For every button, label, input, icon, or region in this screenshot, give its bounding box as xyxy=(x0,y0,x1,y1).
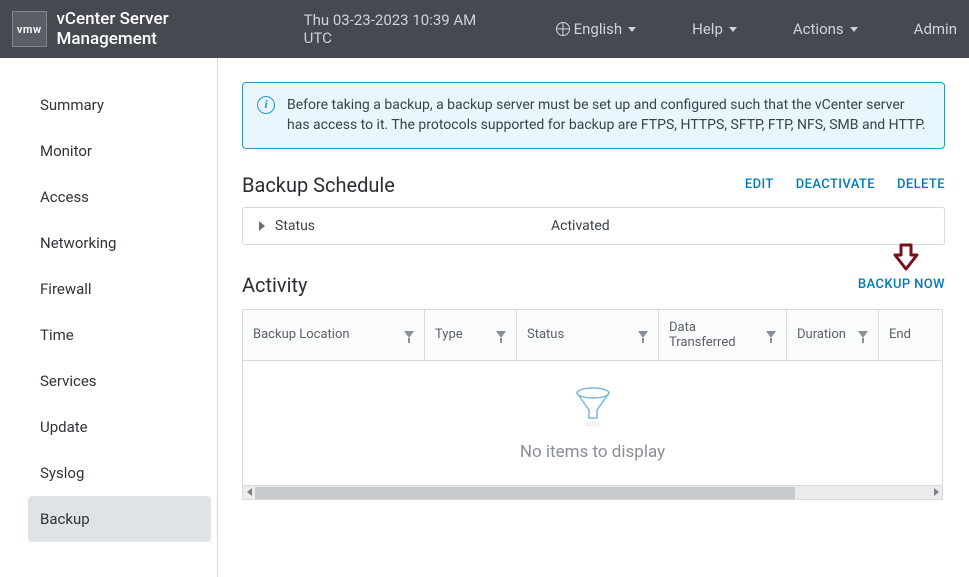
info-icon: i xyxy=(257,96,275,114)
col-label: End xyxy=(889,327,911,342)
funnel-icon xyxy=(571,384,615,428)
actions-label: Actions xyxy=(793,20,844,38)
main-content: i Before taking a backup, a backup serve… xyxy=(218,58,969,577)
info-banner-text: Before taking a backup, a backup server … xyxy=(287,95,930,136)
col-label: Duration xyxy=(797,327,846,342)
help-menu[interactable]: Help xyxy=(692,20,737,38)
datetime-text: Thu 03-23-2023 10:39 AM UTC xyxy=(304,11,500,47)
app-title: vCenter Server Management xyxy=(57,9,264,49)
chevron-right-icon xyxy=(259,221,265,231)
backup-schedule-title: Backup Schedule xyxy=(242,173,395,197)
table-header-row: Backup Location Type Status Data Transfe… xyxy=(243,310,942,361)
sidebar-item-time[interactable]: Time xyxy=(0,312,217,358)
filter-icon[interactable] xyxy=(404,331,414,338)
table-empty-state: No items to display xyxy=(243,361,942,485)
sidebar-item-networking[interactable]: Networking xyxy=(0,220,217,266)
topbar-datetime: Thu 03-23-2023 10:39 AM UTC xyxy=(304,11,500,47)
col-backup-location[interactable]: Backup Location xyxy=(243,310,425,361)
backup-schedule-actions: EDIT DEACTIVATE DELETE xyxy=(745,177,945,192)
chevron-down-icon xyxy=(850,27,858,32)
col-data-transferred[interactable]: Data Transferred xyxy=(659,310,787,361)
sidebar-item-monitor[interactable]: Monitor xyxy=(0,128,217,174)
chevron-down-icon xyxy=(729,27,737,32)
col-type[interactable]: Type xyxy=(425,310,517,361)
scroll-left-icon[interactable] xyxy=(243,488,255,496)
filter-icon[interactable] xyxy=(496,331,506,338)
activity-table: Backup Location Type Status Data Transfe… xyxy=(242,309,943,500)
sidebar-item-summary[interactable]: Summary xyxy=(0,82,217,128)
sidebar-item-syslog[interactable]: Syslog xyxy=(0,450,217,496)
brand-logo: vmw xyxy=(12,11,47,47)
actions-menu[interactable]: Actions xyxy=(793,20,858,38)
activity-title: Activity xyxy=(242,273,307,297)
sidebar: Summary Monitor Access Networking Firewa… xyxy=(0,58,218,577)
sidebar-item-services[interactable]: Services xyxy=(0,358,217,404)
backup-now-button[interactable]: BACKUP NOW xyxy=(858,277,945,292)
status-value: Activated xyxy=(551,218,610,234)
empty-text: No items to display xyxy=(520,442,665,462)
chevron-down-icon xyxy=(628,27,636,32)
brand: vmw vCenter Server Management xyxy=(12,9,264,49)
sidebar-item-access[interactable]: Access xyxy=(0,174,217,220)
help-label: Help xyxy=(692,20,723,38)
deactivate-button[interactable]: DEACTIVATE xyxy=(796,177,875,192)
filter-icon[interactable] xyxy=(858,331,868,338)
language-label: English xyxy=(574,20,623,38)
arrow-annotation-icon xyxy=(889,241,923,279)
filter-icon[interactable] xyxy=(766,331,776,338)
col-label: Type xyxy=(435,327,463,342)
col-label: Status xyxy=(527,327,564,342)
body-wrap: Summary Monitor Access Networking Firewa… xyxy=(0,58,969,577)
filter-icon[interactable] xyxy=(638,331,648,338)
col-end[interactable]: End xyxy=(879,310,941,361)
language-menu[interactable]: English xyxy=(556,20,637,38)
sidebar-item-firewall[interactable]: Firewall xyxy=(0,266,217,312)
globe-icon xyxy=(556,22,570,36)
horizontal-scrollbar[interactable] xyxy=(243,485,942,499)
delete-button[interactable]: DELETE xyxy=(897,177,945,192)
user-menu[interactable]: Admin xyxy=(914,20,957,38)
scroll-thumb[interactable] xyxy=(255,487,795,499)
info-banner: i Before taking a backup, a backup serve… xyxy=(242,82,945,149)
col-status[interactable]: Status xyxy=(517,310,659,361)
status-label: Status xyxy=(275,218,551,234)
scroll-right-icon[interactable] xyxy=(930,488,942,496)
col-duration[interactable]: Duration xyxy=(787,310,879,361)
activity-header: Activity BACKUP NOW xyxy=(242,273,945,297)
user-label: Admin xyxy=(914,20,957,38)
backup-schedule-status-panel[interactable]: Status Activated xyxy=(242,207,945,245)
sidebar-item-backup[interactable]: Backup xyxy=(28,496,211,542)
col-label: Data Transferred xyxy=(669,320,760,350)
scroll-track[interactable] xyxy=(255,486,930,499)
backup-schedule-header: Backup Schedule EDIT DEACTIVATE DELETE xyxy=(242,173,945,197)
col-label: Backup Location xyxy=(253,327,350,342)
sidebar-item-update[interactable]: Update xyxy=(0,404,217,450)
edit-button[interactable]: EDIT xyxy=(745,177,774,192)
topbar: vmw vCenter Server Management Thu 03-23-… xyxy=(0,0,969,58)
